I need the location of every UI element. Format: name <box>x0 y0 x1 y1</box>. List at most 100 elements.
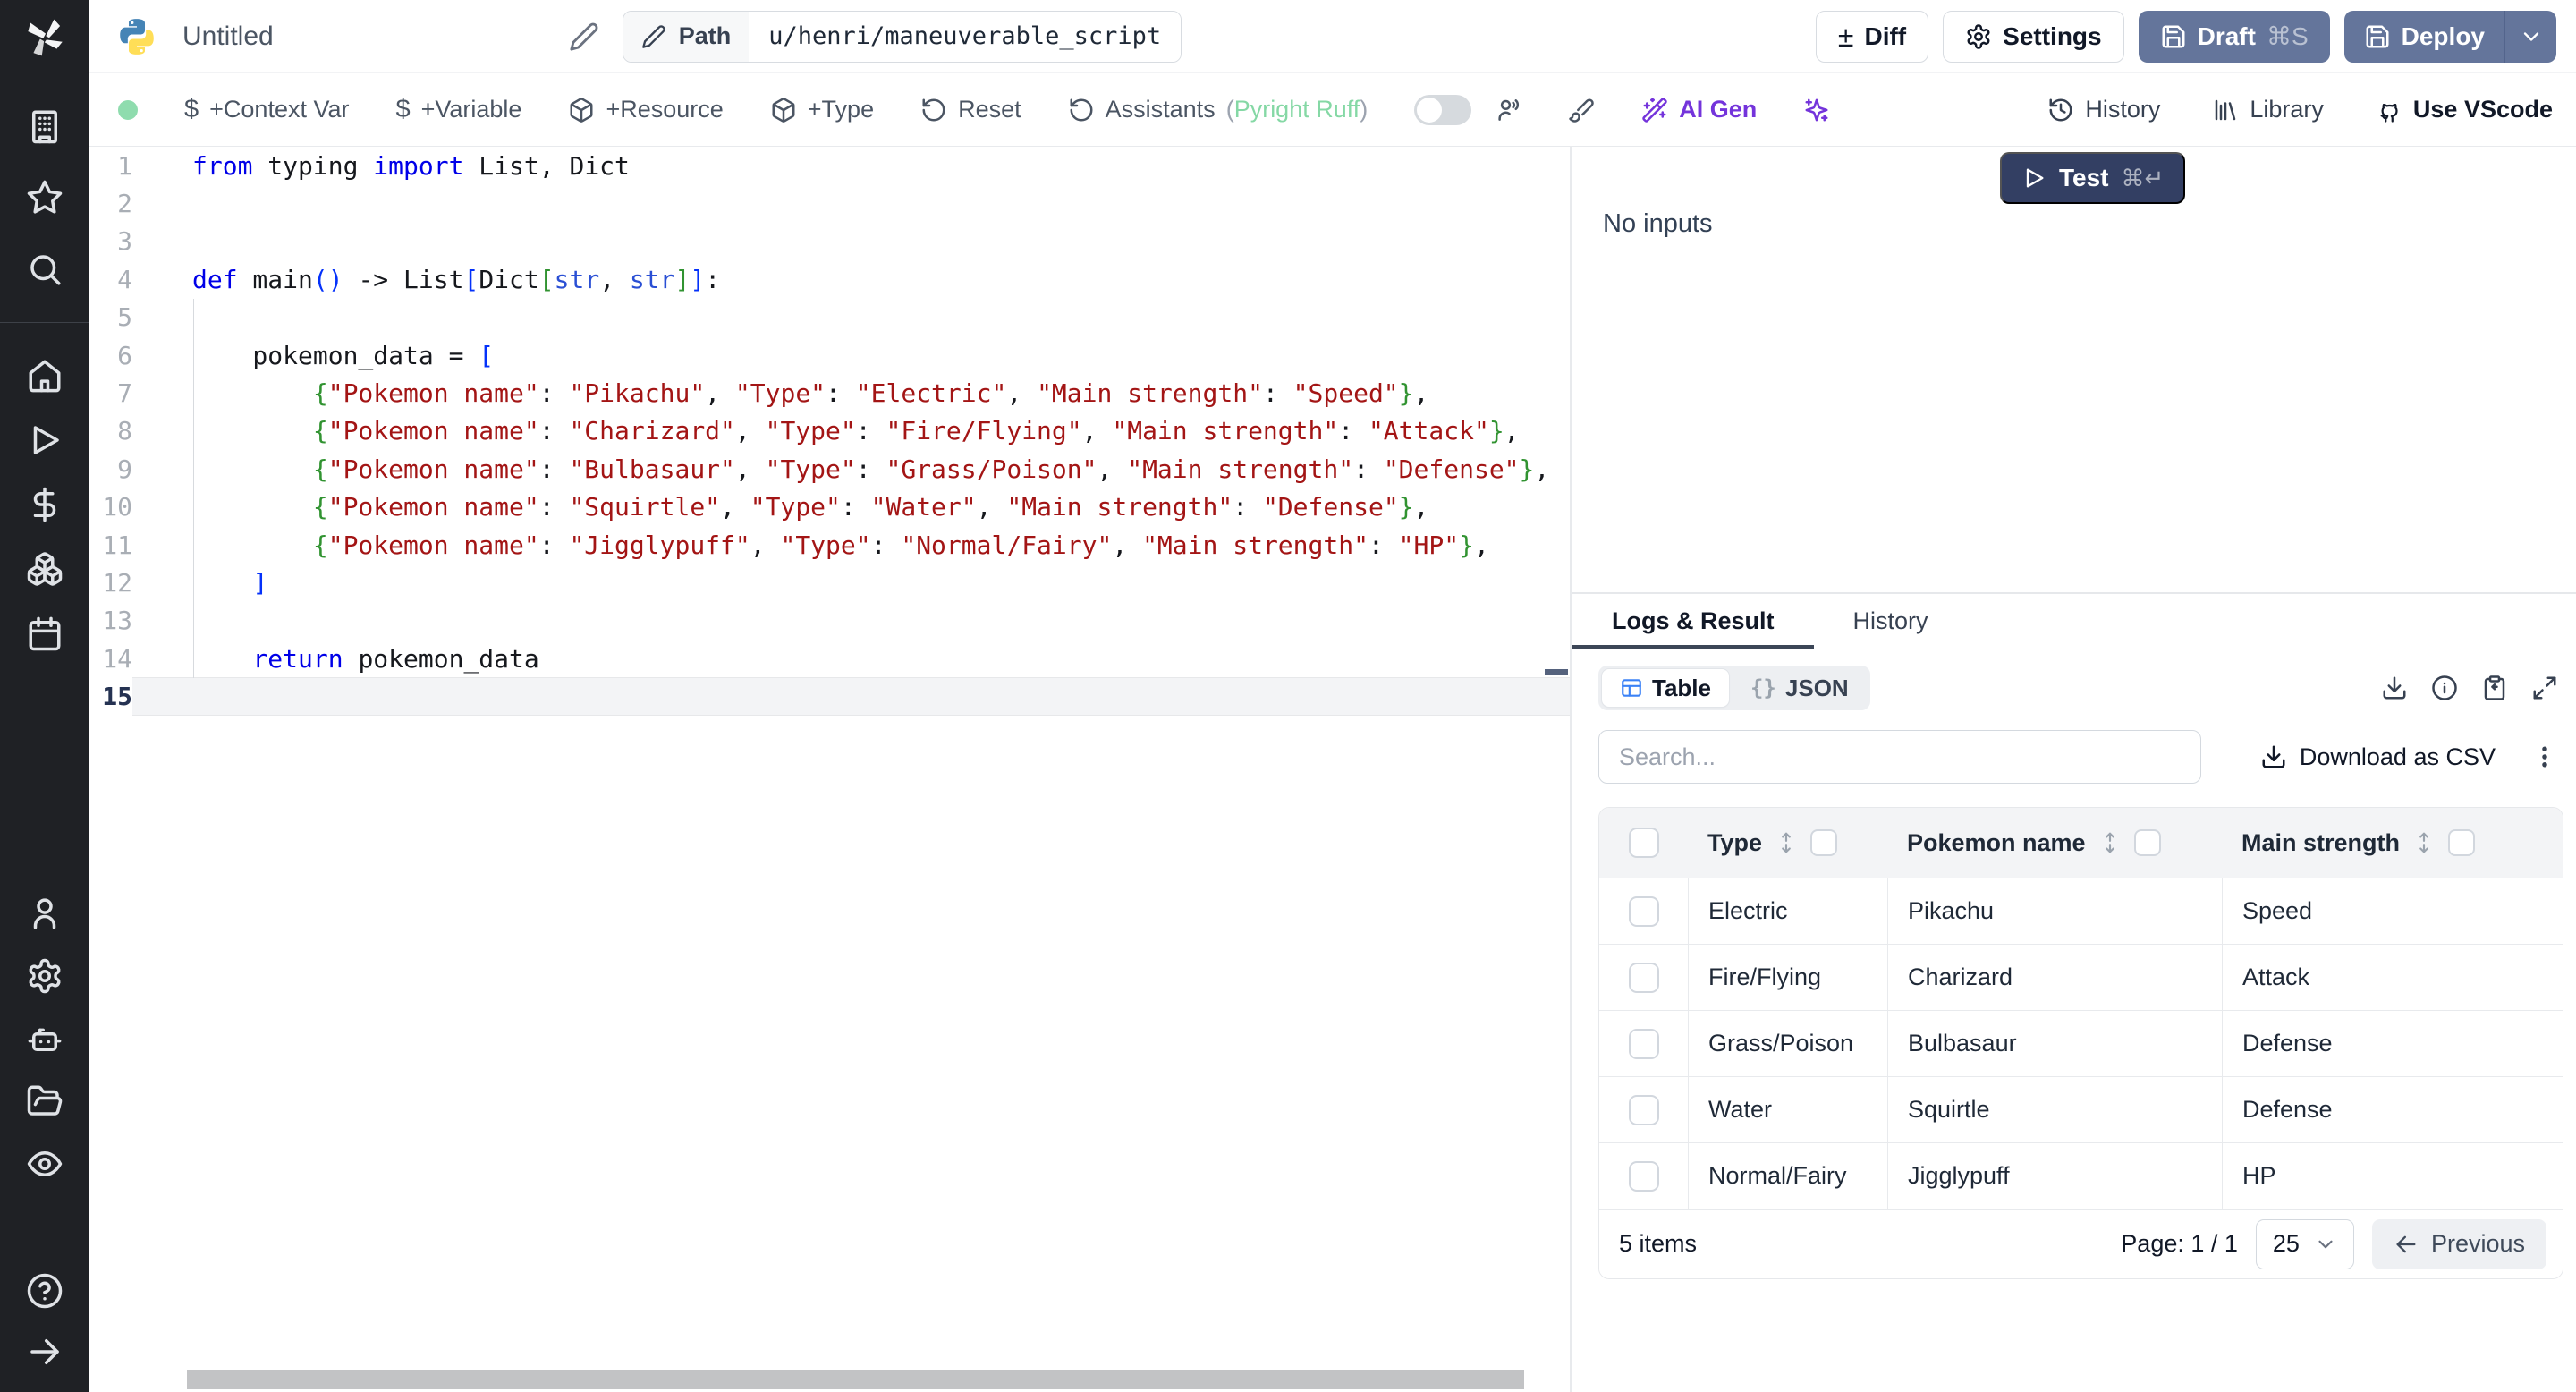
settings-gear-icon[interactable] <box>0 955 89 997</box>
code-line[interactable]: 2 <box>89 184 1570 222</box>
column-filter-checkbox[interactable] <box>2448 829 2476 856</box>
expand-sidebar-arrow-icon[interactable] <box>0 1331 89 1372</box>
favorites-star-icon[interactable] <box>0 177 89 218</box>
help-icon[interactable] <box>0 1270 89 1311</box>
path-value[interactable]: u/henri/maneuverable_script <box>749 11 1182 62</box>
code-editor[interactable]: 1 from typing import List, Dict 2 3 4 def mai… <box>89 147 1570 1392</box>
code-line[interactable]: 10 {"Pokemon name": "Squirtle", "Type": … <box>89 488 1570 526</box>
code-line[interactable]: 15 <box>89 677 1570 716</box>
select-all-checkbox[interactable] <box>1628 828 1659 858</box>
path-field[interactable]: Path u/henri/maneuverable_script <box>622 10 1182 63</box>
sparkles-icon[interactable] <box>1803 97 1830 123</box>
table-row[interactable]: Electric Pikachu Speed <box>1599 878 2563 944</box>
table-row[interactable]: Normal/Fairy Jigglypuff HP <box>1599 1142 2563 1209</box>
search-icon[interactable] <box>0 249 89 290</box>
multiplayer-toggle[interactable] <box>1414 94 1472 125</box>
code-line-content[interactable] <box>132 677 1570 716</box>
add-resource-button[interactable]: +Resource <box>568 96 724 123</box>
code-line[interactable]: 7 {"Pokemon name": "Pikachu", "Type": "E… <box>89 374 1570 412</box>
table-row[interactable]: Grass/Poison Bulbasaur Defense <box>1599 1010 2563 1076</box>
code-line[interactable]: 11 {"Pokemon name": "Jigglypuff", "Type"… <box>89 526 1570 564</box>
column-header-main-strength[interactable]: Main strength <box>2222 808 2563 878</box>
expand-icon[interactable] <box>2531 675 2558 701</box>
sort-icon[interactable] <box>2098 831 2122 854</box>
test-button[interactable]: Test ⌘↵ <box>2000 152 2186 204</box>
home-icon[interactable] <box>0 355 89 396</box>
draft-button[interactable]: Draft ⌘S <box>2138 10 2330 63</box>
view-json-button[interactable]: {} JSON <box>1733 669 1867 707</box>
code-line[interactable]: 6 pokemon_data = [ <box>89 336 1570 374</box>
code-line[interactable]: 4 def main() -> List[Dict[str, str]]: <box>89 260 1570 298</box>
assistants-button[interactable]: Assistants (Pyright Ruff) <box>1068 96 1368 123</box>
info-icon[interactable] <box>2431 675 2458 701</box>
library-button[interactable]: Library <box>2212 96 2324 123</box>
previous-page-button[interactable]: Previous <box>2371 1218 2546 1269</box>
column-header-type[interactable]: Type <box>1688 808 1887 878</box>
code-line[interactable]: 8 {"Pokemon name": "Charizard", "Type": … <box>89 412 1570 450</box>
row-checkbox[interactable] <box>1628 1160 1659 1192</box>
code-line-content[interactable]: pokemon_data = [ <box>132 336 1570 374</box>
more-options-kebab-icon[interactable] <box>2531 743 2558 770</box>
add-variable-button[interactable]: $ +Variable <box>395 95 521 124</box>
sort-icon[interactable] <box>2412 831 2436 854</box>
audit-eye-icon[interactable] <box>0 1143 89 1184</box>
code-line[interactable]: 9 {"Pokemon name": "Bulbasaur", "Type": … <box>89 450 1570 488</box>
code-line-content[interactable] <box>132 223 1570 260</box>
add-type-button[interactable]: +Type <box>770 96 874 123</box>
diff-button[interactable]: ± Diff <box>1815 10 1929 63</box>
schedules-calendar-icon[interactable] <box>0 613 89 654</box>
code-line-content[interactable] <box>132 602 1570 640</box>
column-filter-checkbox[interactable] <box>2133 829 2161 856</box>
code-line-content[interactable]: return pokemon_data <box>132 640 1570 677</box>
tab-logs-result[interactable]: Logs & Result <box>1572 594 1814 649</box>
variables-dollar-icon[interactable] <box>0 484 89 525</box>
use-vscode-button[interactable]: Use VScode <box>2376 96 2553 123</box>
users-icon[interactable] <box>0 893 89 934</box>
row-checkbox[interactable] <box>1628 962 1659 993</box>
code-line-content[interactable]: ] <box>132 564 1570 601</box>
format-brush-icon[interactable] <box>1568 97 1595 123</box>
column-filter-checkbox[interactable] <box>1810 829 1838 856</box>
resources-boxes-icon[interactable] <box>0 548 89 590</box>
code-line-content[interactable]: from typing import List, Dict <box>132 147 1570 184</box>
search-input[interactable] <box>1598 730 2201 784</box>
edit-title-pencil-icon[interactable] <box>569 21 599 52</box>
code-line[interactable]: 3 <box>89 223 1570 260</box>
horizontal-scrollbar[interactable] <box>187 1370 1524 1389</box>
code-line[interactable]: 14 return pokemon_data <box>89 640 1570 677</box>
code-line-content[interactable]: {"Pokemon name": "Pikachu", "Type": "Ele… <box>132 374 1570 412</box>
table-row[interactable]: Fire/Flying Charizard Attack <box>1599 944 2563 1010</box>
code-line-content[interactable]: def main() -> List[Dict[str, str]]: <box>132 260 1570 298</box>
code-line-content[interactable] <box>132 299 1570 336</box>
runs-play-icon[interactable] <box>0 420 89 461</box>
settings-button[interactable]: Settings <box>1943 10 2124 63</box>
table-row[interactable]: Water Squirtle Defense <box>1599 1076 2563 1142</box>
code-line-content[interactable]: {"Pokemon name": "Charizard", "Type": "F… <box>132 412 1570 450</box>
add-context-var-button[interactable]: $ +Context Var <box>184 95 349 124</box>
workers-robot-icon[interactable] <box>0 1018 89 1059</box>
view-table-button[interactable]: Table <box>1602 669 1729 707</box>
sort-icon[interactable] <box>1775 831 1798 854</box>
code-line-content[interactable]: {"Pokemon name": "Jigglypuff", "Type": "… <box>132 526 1570 564</box>
row-checkbox[interactable] <box>1628 895 1659 927</box>
windmill-logo[interactable] <box>0 0 89 75</box>
code-line[interactable]: 1 from typing import List, Dict <box>89 147 1570 184</box>
code-line-content[interactable]: {"Pokemon name": "Bulbasaur", "Type": "G… <box>132 450 1570 488</box>
download-icon[interactable] <box>2381 675 2408 701</box>
tab-history[interactable]: History <box>1814 594 1968 649</box>
row-checkbox[interactable] <box>1628 1028 1659 1059</box>
code-line[interactable]: 13 <box>89 602 1570 640</box>
column-header-pokemon-name[interactable]: Pokemon name <box>1887 808 2222 878</box>
code-line[interactable]: 5 <box>89 299 1570 336</box>
deploy-button[interactable]: Deploy <box>2343 10 2504 63</box>
workspace-icon[interactable] <box>0 106 89 147</box>
multiplayer-users-icon[interactable] <box>1495 97 1521 123</box>
row-checkbox[interactable] <box>1628 1094 1659 1125</box>
history-button[interactable]: History <box>2047 96 2160 123</box>
deploy-more-button[interactable] <box>2504 10 2556 63</box>
code-line-content[interactable] <box>132 184 1570 222</box>
page-size-select[interactable]: 25 <box>2255 1218 2354 1269</box>
folders-icon[interactable] <box>0 1081 89 1122</box>
ai-gen-button[interactable]: AI Gen <box>1641 96 1757 123</box>
code-line-content[interactable]: {"Pokemon name": "Squirtle", "Type": "Wa… <box>132 488 1570 526</box>
